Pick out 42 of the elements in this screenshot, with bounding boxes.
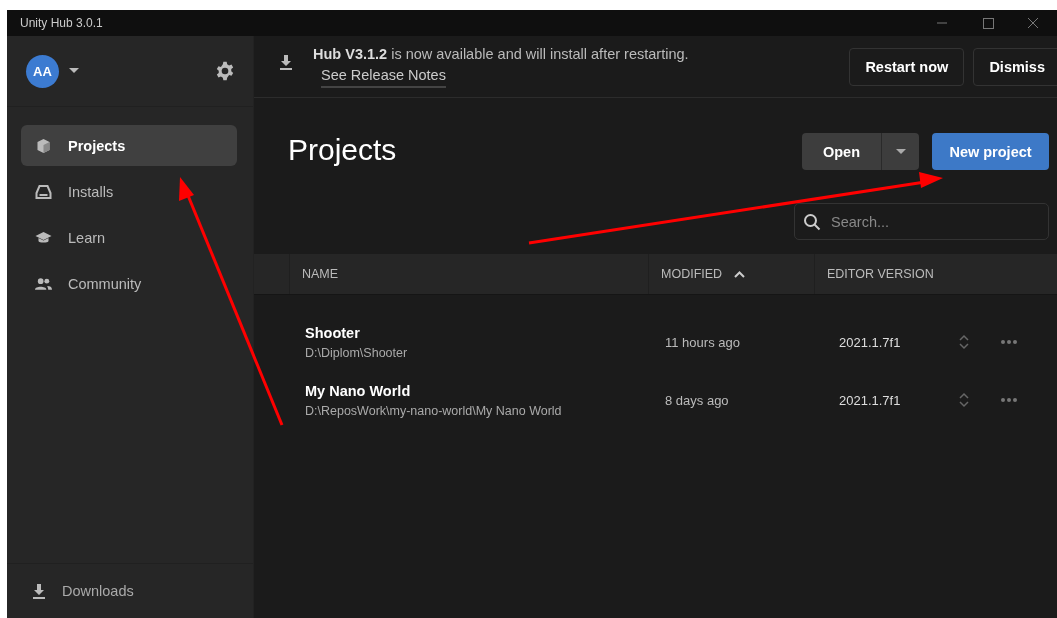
- project-path: D:\Diplom\Shooter: [305, 345, 409, 360]
- modified-cell-text: 8 days ago: [664, 392, 730, 408]
- banner-button[interactable]: Restart now: [849, 48, 965, 86]
- modified-cell-text: 11 hours ago: [664, 334, 741, 350]
- dropdown-button[interactable]: [881, 133, 919, 170]
- window-title: Unity Hub 3.0.1: [20, 16, 103, 30]
- version-cell-text: 2021.1.7f1: [838, 392, 902, 408]
- nav-item[interactable]: Community: [21, 263, 237, 304]
- drive-icon: [35, 183, 52, 200]
- cube-icon: [35, 137, 52, 154]
- column-header[interactable]: MODIFIED: [661, 267, 723, 281]
- search-icon: [803, 213, 821, 231]
- search-field[interactable]: Search...: [794, 203, 1049, 240]
- open-button[interactable]: Open: [802, 133, 881, 170]
- caret-icon[interactable]: [69, 68, 79, 74]
- update-message: Hub V3.1.2 is now available and will install after restarting.: [313, 46, 689, 62]
- release-notes-link[interactable]: See Release Notes: [321, 67, 446, 88]
- project-path: D:\ReposWork\my-nano-world\My Nano World: [305, 403, 563, 418]
- project-name[interactable]: Shooter: [305, 324, 648, 341]
- downloads-link[interactable]: Downloads: [62, 583, 134, 599]
- people-icon: [35, 275, 52, 292]
- page-title: Projects: [288, 133, 397, 168]
- graduation-cap-icon: [35, 229, 52, 246]
- column-header[interactable]: EDITOR VERSION: [827, 267, 934, 281]
- download-icon: [32, 583, 46, 599]
- sort-up-icon[interactable]: [734, 270, 746, 278]
- settings-icon[interactable]: [215, 61, 235, 81]
- new-project-button[interactable]: New project: [932, 133, 1049, 170]
- project-name[interactable]: My Nano World: [305, 382, 648, 399]
- banner-button[interactable]: Dismiss: [973, 48, 1057, 86]
- nav-item[interactable]: Projects: [21, 125, 237, 166]
- avatar[interactable]: AA: [26, 54, 59, 88]
- more-icon[interactable]: [1000, 397, 1018, 403]
- nav-item[interactable]: Learn: [21, 217, 237, 258]
- chevron-updown-icon[interactable]: [958, 334, 970, 350]
- chevron-updown-icon[interactable]: [958, 392, 970, 408]
- download-icon: [279, 54, 293, 70]
- caret-icon: [895, 149, 906, 154]
- version-cell-text: 2021.1.7f1: [838, 334, 902, 350]
- more-icon[interactable]: [1000, 339, 1018, 345]
- nav-item[interactable]: Installs: [21, 171, 237, 212]
- column-header[interactable]: NAME: [302, 267, 339, 281]
